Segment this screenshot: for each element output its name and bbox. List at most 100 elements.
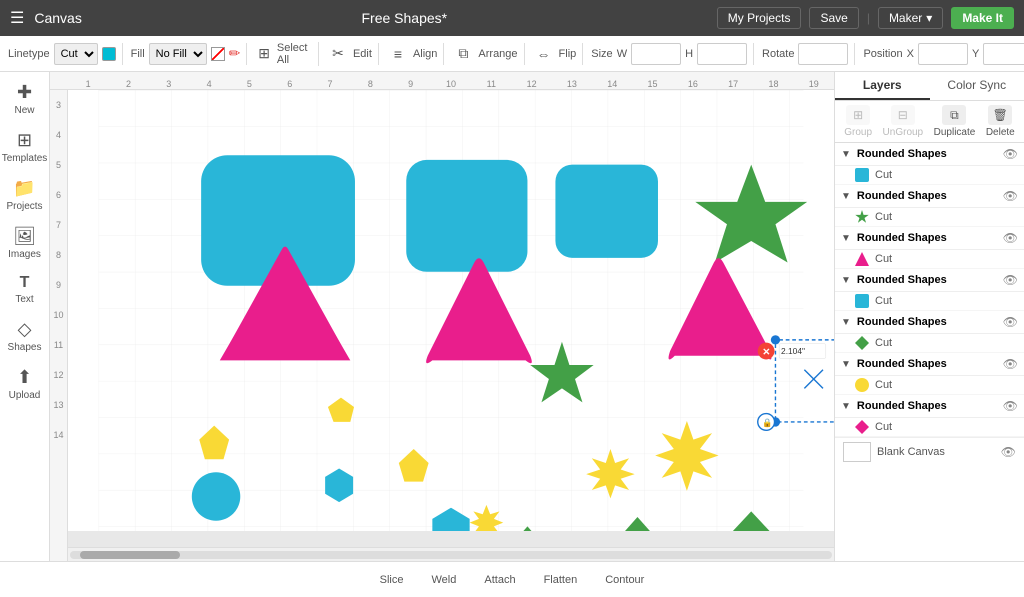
sub-layer-3[interactable]: Cut (835, 250, 1024, 269)
layer-item-1[interactable]: ▼ Rounded Shapes 👁 (835, 143, 1024, 166)
fill-select[interactable]: No Fill (149, 43, 207, 65)
sidebar-item-shapes[interactable]: ◇ Shapes (2, 313, 48, 359)
sub-layer-7[interactable]: Cut (835, 418, 1024, 437)
duplicate-button[interactable]: ⧉ Duplicate (934, 105, 976, 138)
tab-color-sync[interactable]: Color Sync (930, 72, 1024, 100)
flatten-button[interactable]: Flatten (536, 571, 586, 589)
layer-eye-2[interactable]: 👁 (1003, 189, 1018, 203)
x-label: X (907, 48, 914, 60)
layer-eye-5[interactable]: 👁 (1003, 315, 1018, 329)
select-all-group: ⊞ Select All (255, 42, 319, 66)
sidebar-item-projects[interactable]: 📁 Projects (2, 172, 48, 218)
rotate-input[interactable]: 0 (798, 43, 848, 65)
y-input[interactable]: 7.742 (983, 43, 1024, 65)
menu-icon[interactable]: ☰ (10, 8, 24, 28)
select-all-button[interactable]: ⊞ (255, 43, 273, 65)
my-projects-button[interactable]: My Projects (717, 7, 802, 29)
make-it-button[interactable]: Make It (951, 7, 1014, 29)
size-group: Size W 2.104 H 2.012 (591, 43, 754, 65)
sub-layer-2[interactable]: Cut (835, 208, 1024, 227)
sub-layer-5[interactable]: Cut (835, 334, 1024, 353)
edit-group: ✂ Edit (327, 43, 379, 65)
attach-button[interactable]: Attach (476, 571, 523, 589)
layer-item-6[interactable]: ▼ Rounded Shapes 👁 (835, 353, 1024, 376)
arrange-button[interactable]: ⧉ (452, 43, 474, 65)
scrollbar-bottom[interactable] (68, 547, 834, 561)
arrange-label: Arrange (478, 48, 517, 60)
layer-arrow-4[interactable]: ▼ (841, 275, 851, 286)
w-label: W (617, 48, 627, 60)
scroll-track[interactable] (70, 551, 832, 559)
x-input[interactable]: 16.957 (918, 43, 968, 65)
rotate-label: Rotate (762, 48, 794, 60)
linetype-color-swatch[interactable] (102, 47, 116, 61)
sub-layer-1[interactable]: Cut (835, 166, 1024, 185)
layer-eye-4[interactable]: 👁 (1003, 273, 1018, 287)
shapes-icon: ◇ (18, 319, 32, 340)
canvas-area[interactable]: 1 2 3 4 5 6 7 8 9 10 11 12 13 14 15 16 1… (50, 72, 834, 561)
sidebar-item-text[interactable]: T Text (2, 268, 48, 311)
edit-button[interactable]: ✂ (327, 43, 349, 65)
sidebar-label-upload: Upload (9, 390, 41, 401)
sidebar-label-templates: Templates (2, 153, 48, 164)
scroll-thumb[interactable] (80, 551, 180, 559)
selection-handle-tl[interactable] (771, 335, 780, 344)
flip-button[interactable]: ⇔ (533, 43, 555, 65)
layer-item-3[interactable]: ▼ Rounded Shapes 👁 (835, 227, 1024, 250)
slice-button[interactable]: Slice (372, 571, 412, 589)
layer-item-7[interactable]: ▼ Rounded Shapes 👁 (835, 395, 1024, 418)
blank-canvas-swatch[interactable] (843, 442, 871, 462)
layer-eye-3[interactable]: 👁 (1003, 231, 1018, 245)
width-input[interactable]: 2.104 (631, 43, 681, 65)
height-input[interactable]: 2.012 (697, 43, 747, 65)
align-button[interactable]: ≡ (387, 43, 409, 65)
duplicate-label: Duplicate (934, 127, 976, 138)
sidebar-item-images[interactable]: 🖼 Images (2, 220, 48, 266)
layer-eye-6[interactable]: 👁 (1003, 357, 1018, 371)
blank-canvas-eye[interactable]: 👁 (1001, 445, 1016, 459)
weld-button[interactable]: Weld (424, 571, 465, 589)
fill-color-swatch[interactable] (211, 47, 225, 61)
sidebar-item-upload[interactable]: ⬆ Upload (2, 361, 48, 407)
sidebar-item-new[interactable]: ✚ New (2, 76, 48, 122)
blue-circle[interactable] (192, 472, 240, 520)
layer-arrow-6[interactable]: ▼ (841, 359, 851, 370)
small-cyan-rect[interactable] (555, 165, 658, 258)
ungroup-button[interactable]: ⊟ UnGroup (883, 105, 924, 138)
layer-name-5: Rounded Shapes (857, 316, 997, 328)
contour-button[interactable]: Contour (597, 571, 652, 589)
layer-arrow-1[interactable]: ▼ (841, 149, 851, 160)
toolbar: Linetype Cut Fill No Fill ✏ ⊞ Select All… (0, 36, 1024, 72)
layer-item-2[interactable]: ▼ Rounded Shapes 👁 (835, 185, 1024, 208)
sub-layer-6[interactable]: Cut (835, 376, 1024, 395)
layer-name-7: Rounded Shapes (857, 400, 997, 412)
layer-eye-1[interactable]: 👁 (1003, 147, 1018, 161)
arrange-group: ⧉ Arrange (452, 43, 524, 65)
layer-arrow-7[interactable]: ▼ (841, 401, 851, 412)
layer-item-5[interactable]: ▼ Rounded Shapes 👁 (835, 311, 1024, 334)
new-icon: ✚ (17, 82, 32, 103)
layer-eye-7[interactable]: 👁 (1003, 399, 1018, 413)
linetype-select[interactable]: Cut (54, 43, 98, 65)
align-group: ≡ Align (387, 43, 444, 65)
save-button[interactable]: Save (809, 7, 858, 29)
layer-arrow-2[interactable]: ▼ (841, 191, 851, 202)
sidebar-item-templates[interactable]: ⊞ Templates (2, 124, 48, 170)
medium-cyan-rect[interactable] (406, 160, 527, 272)
layer-arrow-3[interactable]: ▼ (841, 233, 851, 244)
duplicate-icon: ⧉ (942, 105, 966, 125)
layer-arrow-5[interactable]: ▼ (841, 317, 851, 328)
layer-item-4[interactable]: ▼ Rounded Shapes 👁 (835, 269, 1024, 292)
delete-button[interactable]: 🗑 Delete (986, 105, 1015, 138)
sidebar-label-new: New (14, 105, 34, 116)
canvas-content[interactable]: ✕ ↻ 🔒 2.104" (68, 90, 834, 531)
tab-layers[interactable]: Layers (835, 72, 930, 100)
group-button[interactable]: ⊞ Group (844, 105, 872, 138)
blank-canvas-entry[interactable]: Blank Canvas 👁 (835, 437, 1024, 466)
pencil-icon[interactable]: ✏ (229, 45, 241, 62)
sub-layer-shape-6 (855, 378, 869, 392)
maker-button[interactable]: Maker ▾ (878, 7, 943, 29)
sub-layer-4[interactable]: Cut (835, 292, 1024, 311)
layer-name-3: Rounded Shapes (857, 232, 997, 244)
sub-layer-label-5: Cut (875, 337, 1018, 349)
